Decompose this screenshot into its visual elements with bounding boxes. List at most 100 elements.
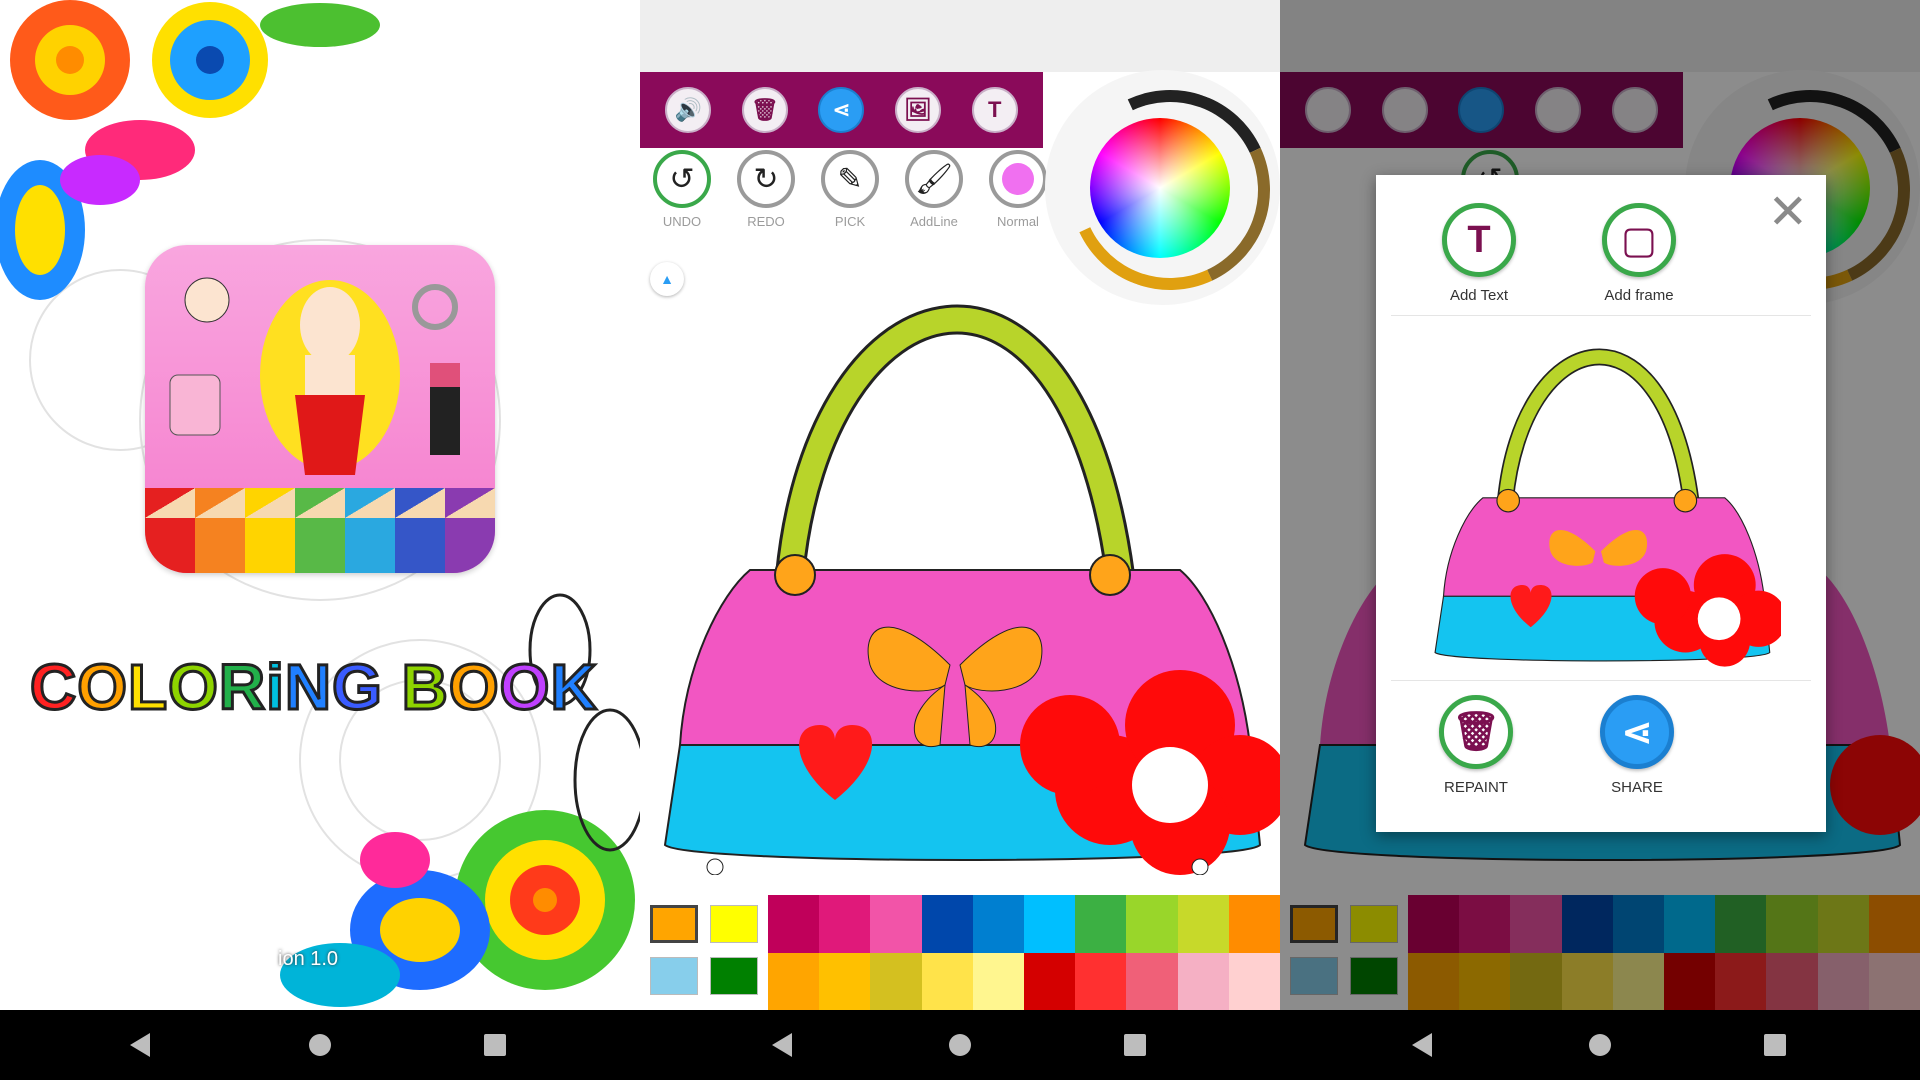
title-letter: R [217,650,267,725]
color-swatch[interactable] [819,895,871,953]
color-dot [1002,163,1034,195]
color-swatch[interactable] [921,895,973,953]
color-swatch[interactable] [1024,895,1076,953]
addline-tool[interactable]: 🖌 AddLine [894,150,974,240]
frame-icon: ▢ [1602,203,1676,277]
share-label: SHARE [1611,779,1663,796]
color-swatch[interactable] [768,952,820,1010]
pencil [345,488,395,573]
title-letter: L [126,650,169,725]
share-dialog-button[interactable]: ⋖ SHARE [1582,695,1692,796]
color-swatch[interactable] [870,952,922,1010]
color-swatch[interactable] [768,895,820,953]
home-icon[interactable] [309,1034,331,1056]
selected-swatch-green[interactable] [710,957,758,995]
add-frame-label: Add frame [1604,287,1674,304]
color-swatch[interactable] [1177,895,1229,953]
title-letter: i [265,650,286,725]
back-icon[interactable] [1412,1033,1432,1057]
pencil [245,488,295,573]
color-swatch[interactable] [1228,895,1280,953]
addline-label: AddLine [910,214,958,229]
save-dialog: ✕ T Add Text ▢ Add frame 🗑 REPAINT ⋖ SHA… [1376,175,1826,832]
title-letter: O [167,650,220,725]
share-icon: ⋖ [1600,695,1674,769]
color-swatch[interactable] [972,895,1024,953]
color-swatch[interactable] [1075,895,1127,953]
app-icon [145,245,495,573]
pick-label: PICK [834,214,866,229]
coloring-book-title: COLORiNG BOOK [28,650,598,725]
title-letter: K [549,650,598,725]
title-letter: C [28,650,78,725]
color-swatch[interactable] [1126,895,1178,953]
artwork-preview [1434,348,1781,667]
home-icon[interactable] [949,1034,971,1056]
sound-button[interactable]: 🔊 [665,87,712,133]
selected-swatch-light-blue[interactable] [650,957,698,995]
title-letter: N [283,650,333,725]
speaker-icon: 🔊 [674,97,702,122]
color-wheel[interactable] [1090,118,1230,258]
pencil [395,488,445,573]
selected-swatch-orange[interactable] [650,905,698,943]
title-letter: O [498,650,551,725]
add-text-button[interactable]: T Add Text [1424,203,1534,304]
divider [1391,680,1811,681]
pencil [295,488,345,573]
delete-button[interactable]: 🗑 [741,87,788,133]
add-text-label: Add Text [1449,287,1509,304]
color-palette [640,895,1280,1010]
pencil-row [145,488,495,573]
color-swatch[interactable] [1024,952,1076,1010]
drawing-canvas[interactable] [640,245,1280,875]
selected-swatch-yellow[interactable] [710,905,758,943]
recent-apps-icon[interactable] [1124,1034,1146,1056]
share-button[interactable]: ⋖ [818,87,865,133]
eyedropper-icon: ✎ [821,150,879,208]
bag-handle [775,304,1135,578]
title-letter [383,650,402,724]
add-frame-button[interactable]: ▢ Add frame [1584,203,1694,304]
color-grid [768,895,1280,1010]
pencil [445,488,495,573]
color-swatch[interactable] [1126,952,1178,1010]
save-image-button[interactable]: 🖼 [895,87,942,133]
color-swatch[interactable] [1177,952,1229,1010]
redo-tool[interactable]: ↻ REDO [726,150,806,240]
color-swatch[interactable] [1228,952,1280,1010]
repaint-button[interactable]: 🗑 REPAINT [1421,695,1531,796]
image-icon: 🖼 [904,97,933,122]
version-text: ion 1.0 [278,948,339,970]
redo-icon: ↻ [737,150,795,208]
color-swatch[interactable] [921,952,973,1010]
back-icon[interactable] [772,1033,792,1057]
pick-tool[interactable]: ✎ PICK [810,150,890,240]
recent-apps-icon[interactable] [1764,1034,1786,1056]
save-dialog-screen: ↺ UNDO ✕ T Add Text ▢ Add frame [1280,0,1920,1010]
bag-handle-fill [778,307,1132,577]
color-swatch[interactable] [819,952,871,1010]
close-icon[interactable]: ✕ [1768,189,1808,237]
color-swatch[interactable] [972,952,1024,1010]
title-letter: B [400,650,449,725]
title-letter: O [447,650,500,725]
back-icon[interactable] [130,1033,150,1057]
color-swatch[interactable] [870,895,922,953]
color-swatch[interactable] [1075,952,1127,1010]
recent-apps-icon[interactable] [484,1034,506,1056]
redo-label: REDO [747,214,785,229]
home-icon[interactable] [1589,1034,1611,1056]
splash-screen: COLORiNG BOOK ion 1.0 [0,0,640,1010]
top-toolbar: 🔊 🗑 ⋖ 🖼 T [640,72,1043,148]
normal-label: Normal [997,214,1039,229]
text-button[interactable]: T [971,87,1018,133]
tool-row: ↺ UNDO ↻ REDO ✎ PICK 🖌 AddLine Normal [640,150,1060,240]
repaint-label: REPAINT [1444,779,1508,796]
undo-tool[interactable]: ↺ UNDO [642,150,722,240]
editor-screen: 🔊 🗑 ⋖ 🖼 T ↺ UNDO ↻ REDO ✎ PICK 🖌 AddLine… [640,0,1280,1010]
undo-label: UNDO [662,214,702,229]
pencil [195,488,245,573]
top-strip [640,0,1280,72]
brush-icon: 🖌 [905,150,963,208]
